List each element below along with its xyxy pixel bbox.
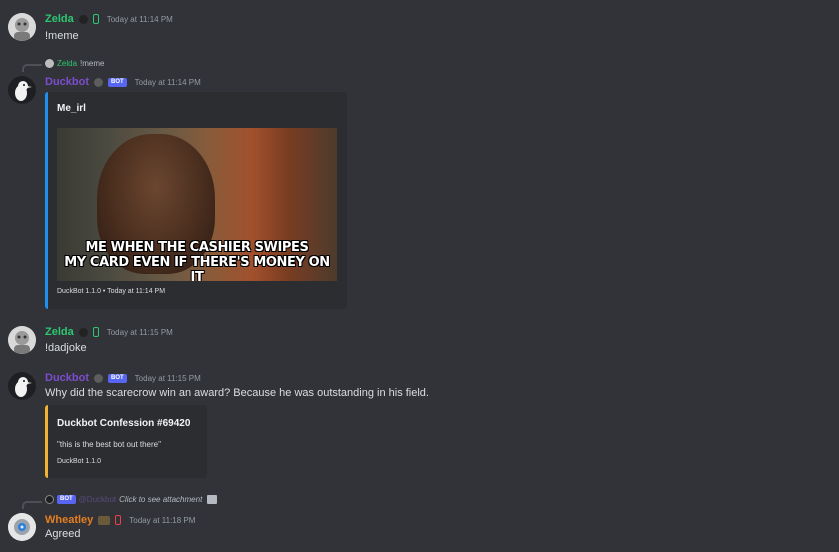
role-icon [78, 14, 88, 24]
message-zelda-dadjoke: Zelda Today at 11:15 PM !dadjoke [0, 322, 839, 367]
meme-caption-line-2: MY CARD EVEN IF THERE'S MONEY ON IT [64, 255, 330, 281]
reply-connector [22, 64, 42, 72]
embed-footer: DuckBot 1.1.0 [57, 458, 101, 465]
message-text: Why did the scarecrow win an award? Beca… [45, 387, 429, 399]
role-icon [78, 327, 88, 337]
mobile-icon [92, 327, 99, 337]
embed-title[interactable]: Me_irl [57, 103, 86, 114]
mobile-icon [115, 515, 122, 525]
avatar[interactable] [8, 513, 36, 541]
bot-badge: BOT [108, 77, 127, 87]
message-duckbot-meme: Zelda !meme Duckbot BOT Today at 11:14 P… [0, 56, 839, 316]
embed: Duckbot Confession #69420 "this is the b… [45, 405, 207, 478]
embed: Me_irl ME WHEN THE CASHIER SWIPES MY CAR… [45, 92, 347, 309]
reply-connector [22, 501, 42, 509]
timestamp: Today at 11:18 PM [129, 515, 196, 525]
message-text: !dadjoke [45, 342, 87, 354]
message-duckbot-dadjoke: Duckbot BOT Today at 11:15 PM Why did th… [0, 368, 839, 486]
avatar[interactable] [8, 326, 36, 354]
bot-badge: BOT [57, 495, 76, 504]
avatar[interactable] [8, 372, 36, 400]
meme-caption: ME WHEN THE CASHIER SWIPES MY CARD EVEN … [57, 240, 337, 281]
message-wheatley: BOT @Duckbot Click to see attachment Whe… [0, 490, 839, 552]
message-text: Agreed [45, 528, 81, 540]
timestamp: Today at 11:15 PM [106, 327, 173, 337]
reply-text: !meme [80, 59, 105, 68]
username[interactable]: Wheatley [45, 514, 93, 526]
message-zelda-meme: Zelda Today at 11:14 PM !meme [0, 0, 839, 48]
embed-footer: DuckBot 1.1.0 • Today at 11:14 PM [57, 288, 166, 295]
username[interactable]: Zelda [45, 326, 74, 338]
timestamp: Today at 11:14 PM [134, 77, 201, 87]
embed-description: "this is the best bot out there" [57, 440, 161, 449]
avatar[interactable] [8, 76, 36, 104]
meme-caption-line-1: ME WHEN THE CASHIER SWIPES [85, 240, 309, 255]
reply-preview[interactable]: BOT @Duckbot Click to see attachment [45, 495, 218, 504]
timestamp: Today at 11:14 PM [106, 14, 173, 24]
bot-badge: BOT [108, 373, 127, 383]
role-icon [94, 77, 103, 87]
embed-title: Duckbot Confession #69420 [57, 418, 191, 429]
reply-text[interactable]: Click to see attachment [119, 495, 202, 504]
timestamp: Today at 11:15 PM [134, 373, 201, 383]
reply-author[interactable]: Zelda [57, 59, 77, 68]
avatar[interactable] [8, 13, 36, 41]
reply-avatar [45, 495, 54, 504]
mobile-icon [92, 14, 99, 24]
username[interactable]: Duckbot [45, 76, 89, 88]
meme-image[interactable]: ME WHEN THE CASHIER SWIPES MY CARD EVEN … [57, 128, 337, 281]
reply-avatar [45, 59, 54, 68]
image-icon [207, 495, 218, 504]
username[interactable]: Duckbot [45, 372, 89, 384]
message-text: !meme [45, 30, 79, 42]
username[interactable]: Zelda [45, 13, 74, 25]
reply-preview[interactable]: Zelda !meme [45, 59, 104, 68]
role-icon [98, 515, 111, 525]
role-icon [94, 373, 103, 383]
reply-author[interactable]: @Duckbot [79, 495, 116, 504]
